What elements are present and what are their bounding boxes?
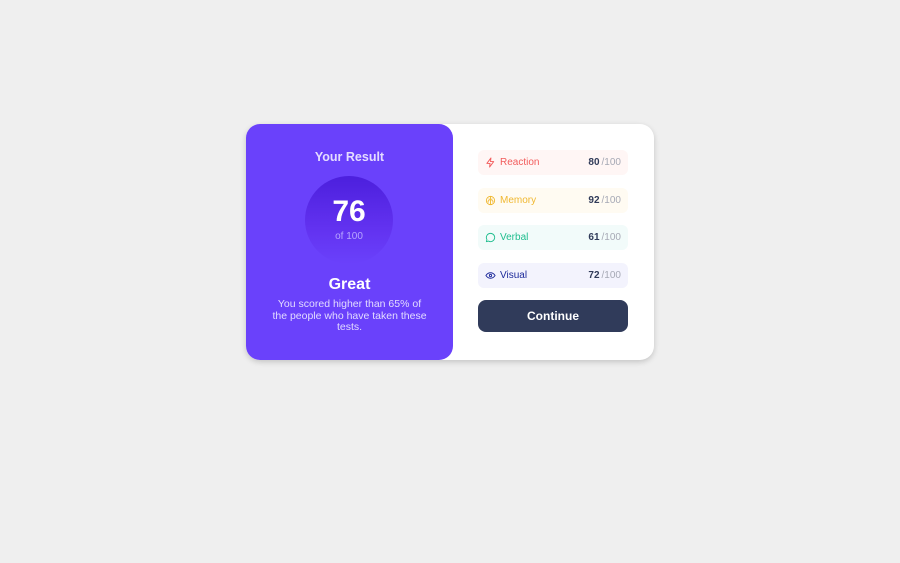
score-circle: 76 of 100 — [305, 176, 393, 264]
summary-item-value: 72 — [588, 270, 600, 281]
eye-icon — [485, 270, 496, 281]
summary-item-label: Verbal — [500, 232, 529, 243]
summary-item-verbal: Verbal 61 /100 — [478, 225, 628, 250]
summary-item-memory: Memory 92 /100 — [478, 188, 628, 213]
summary-item-value: 92 — [588, 195, 600, 206]
summary-item-value: 80 — [588, 157, 600, 168]
summary-panel: Reaction 80 /100 Memory 92 /100 Verbal 6… — [453, 124, 654, 360]
continue-button[interactable]: Continue — [478, 300, 628, 332]
summary-item-label: Memory — [500, 195, 537, 206]
result-panel: Your Result 76 of 100 Great You scored h… — [246, 124, 453, 360]
chat-icon — [485, 232, 496, 243]
summary-item-value: 61 — [588, 232, 600, 243]
summary-item-visual: Visual 72 /100 — [478, 263, 628, 288]
summary-item-max: /100 — [601, 157, 621, 168]
grade-label: Great — [328, 276, 371, 293]
summary-item-label: Reaction — [500, 157, 540, 168]
lightning-icon — [485, 157, 496, 168]
summary-item-max: /100 — [601, 195, 621, 206]
summary-item-max: /100 — [601, 232, 621, 243]
brain-icon — [485, 195, 496, 206]
score-value: 76 — [332, 195, 366, 228]
summary-item-label: Visual — [500, 270, 528, 281]
summary-item-reaction: Reaction 80 /100 — [478, 150, 628, 175]
result-title: Your Result — [314, 150, 385, 164]
summary-item-max: /100 — [601, 270, 621, 281]
score-of-label: of 100 — [335, 231, 363, 242]
results-card: Your Result 76 of 100 Great You scored h… — [246, 124, 654, 360]
result-description: You scored higher than 65% of the people… — [272, 298, 427, 333]
